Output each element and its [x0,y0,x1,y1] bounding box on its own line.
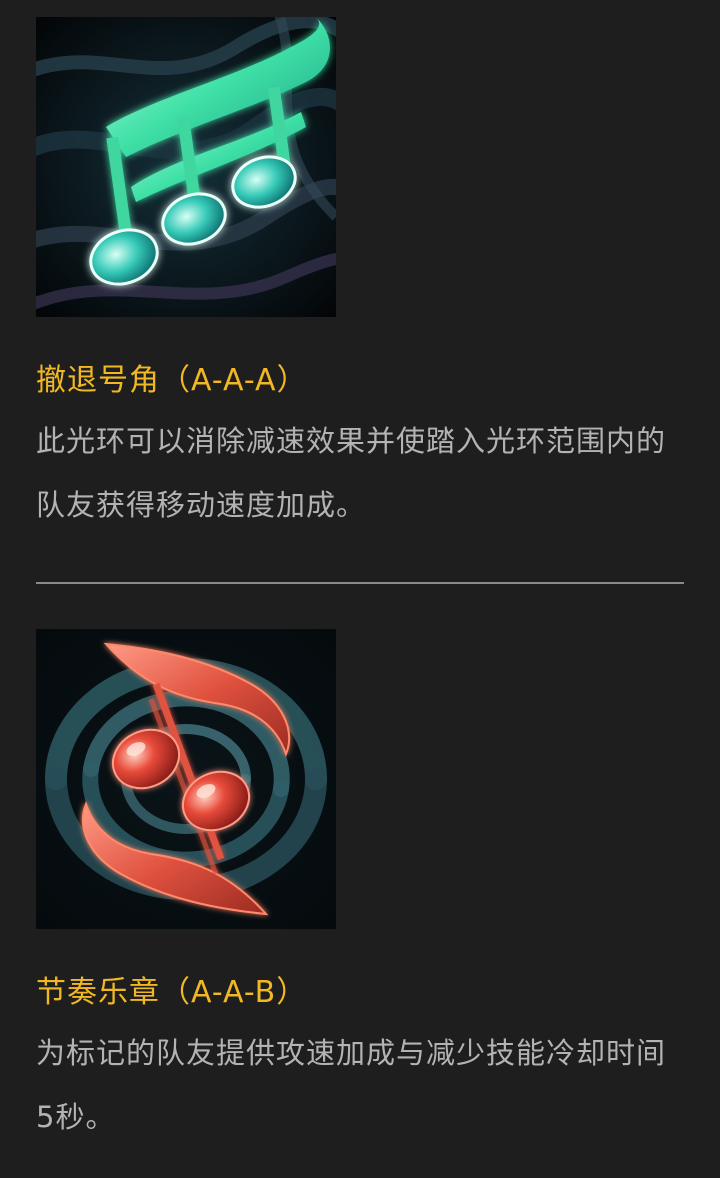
skill-title: 节奏乐章（A-A-B） [36,975,308,1010]
section-divider [36,582,684,584]
red-music-note-swirl-icon [36,629,336,929]
teal-music-notes-icon [36,17,336,317]
skill-card-retreat-horn: 撤退号角（A-A-A） 此光环可以消除减速效果并使踏入光环范围内的队友获得移动速… [36,17,684,537]
skill-card-rhythm-movement: 节奏乐章（A-A-B） 为标记的队友提供攻速加成与减少技能冷却时间5秒。 [36,629,684,1149]
skill-description: 为标记的队友提供攻速加成与减少技能冷却时间5秒。 [36,1036,667,1134]
skill-description: 此光环可以消除减速效果并使踏入光环范围内的队友获得移动速度加成。 [36,424,667,522]
skill-title: 撤退号角（A-A-A） [36,363,308,398]
